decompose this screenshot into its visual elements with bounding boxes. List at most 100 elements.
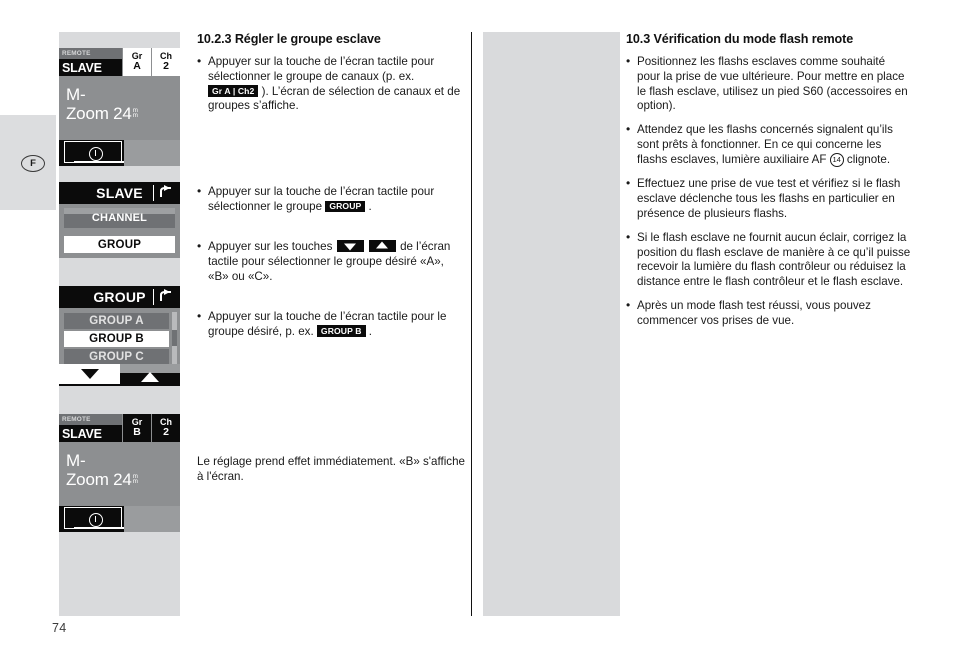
lcd-channel-menu-label: CHANNEL bbox=[91, 212, 148, 224]
lcd-bottom-right-block bbox=[124, 140, 180, 166]
triangle-down-icon bbox=[344, 243, 357, 251]
list-item-group-b[interactable]: GROUP B bbox=[64, 331, 169, 347]
list-item-group-c[interactable]: GROUP C bbox=[64, 349, 169, 365]
lcd-zoom-line: Zoom 24 m m bbox=[66, 470, 138, 489]
triangle-up-icon bbox=[376, 241, 389, 249]
lcd-bottom-bar bbox=[59, 506, 180, 532]
bullet-confirm-group: Appuyer sur la touche de l’écran tactile… bbox=[197, 309, 465, 340]
lcd-status-screen-top: REMOTE SLAVE Gr A Ch 2 M- Zoom 24 m m bbox=[59, 48, 180, 166]
lcd-mode-block: REMOTE SLAVE bbox=[59, 48, 122, 76]
lcd-slave-label: SLAVE bbox=[59, 425, 122, 442]
badge-triangle-down-icon[interactable] bbox=[336, 240, 364, 253]
closing-paragraph: Le réglage prend effet immédiatement. «B… bbox=[197, 455, 465, 483]
bullet-wait-ready: Attendez que les flashs concernés signal… bbox=[626, 122, 911, 168]
list-item-label: GROUP B bbox=[89, 333, 144, 345]
info-icon bbox=[89, 147, 103, 161]
lcd-slave-menu-header: SLAVE bbox=[59, 182, 180, 204]
section-heading-1023: 10.2.3 Régler le groupe esclave bbox=[197, 32, 381, 46]
bullet-select-group: Appuyer sur la touche de l’écran tactile… bbox=[197, 184, 465, 215]
info-icon bbox=[89, 513, 103, 527]
triangle-up-icon bbox=[141, 371, 159, 382]
bullet-text-part2: . bbox=[365, 200, 372, 214]
scroll-up-button[interactable] bbox=[120, 364, 180, 386]
lcd-zoom-text: Zoom 24 bbox=[66, 470, 132, 489]
lcd-slave-label: SLAVE bbox=[59, 59, 122, 76]
lcd-bottom-bar bbox=[59, 140, 180, 166]
lcd-zoom-unit: mm bbox=[132, 107, 138, 120]
lcd-remote-label: REMOTE bbox=[59, 48, 122, 59]
lcd-mode-line: M- bbox=[66, 451, 86, 470]
badge-triangle-up-icon[interactable] bbox=[368, 240, 396, 253]
language-marker-f: F bbox=[21, 155, 45, 172]
lcd-mode-block: REMOTE SLAVE bbox=[59, 414, 122, 442]
back-arrow-icon[interactable] bbox=[157, 184, 176, 202]
lcd-underline-bar bbox=[74, 161, 124, 164]
lcd-bottom-right-block bbox=[124, 506, 180, 532]
reference-number-badge: 14 bbox=[829, 153, 844, 168]
lcd-group-menu-title: GROUP bbox=[93, 289, 146, 305]
list-item-label: GROUP A bbox=[89, 315, 144, 327]
lcd-status-screen-bottom: REMOTE SLAVE Gr B Ch 2 M- Zoom 24 m m bbox=[59, 414, 180, 532]
lcd-zoom-line: Zoom 24 m m bbox=[66, 104, 138, 123]
lcd-zoom-unit: mm bbox=[132, 473, 138, 486]
lcd-channel-cell[interactable]: Ch 2 bbox=[151, 414, 180, 442]
lcd-group-cell[interactable]: Gr A bbox=[122, 48, 151, 76]
lcd-softkey-frame[interactable] bbox=[64, 507, 124, 530]
bullet-text-part2: clignote. bbox=[843, 153, 891, 167]
scrollbar-thumb[interactable] bbox=[172, 330, 177, 346]
header-separator bbox=[152, 185, 154, 201]
lcd-slave-menu-screen: SLAVE CHANNEL GROUP bbox=[59, 182, 180, 258]
lcd-channel-value: 2 bbox=[163, 60, 169, 73]
triangle-down-icon bbox=[80, 369, 99, 379]
lcd-zoom-text: Zoom 24 bbox=[66, 104, 132, 123]
list-item-group-a[interactable]: GROUP A bbox=[64, 313, 169, 329]
middle-bullet-list-2: Appuyer sur la touche de l’écran tactile… bbox=[197, 184, 465, 215]
lcd-body: M- Zoom 24 m m bbox=[59, 442, 180, 532]
lcd-top-bar: REMOTE SLAVE Gr B Ch 2 bbox=[59, 414, 180, 442]
middle-column-closing: Le réglage prend effet immédiatement. «B… bbox=[197, 455, 465, 485]
lcd-body: M- Zoom 24 m m bbox=[59, 76, 180, 166]
bullet-position-slaves: Positionnez les flashs esclaves comme so… bbox=[626, 54, 911, 115]
scroll-down-button[interactable] bbox=[59, 364, 120, 386]
badge-group[interactable]: GROUP bbox=[325, 200, 366, 213]
badge-gr-a-ch2[interactable]: Gr A | Ch2 bbox=[208, 85, 259, 97]
lcd-top-bar: REMOTE SLAVE Gr A Ch 2 bbox=[59, 48, 180, 76]
bullet-after-test: Après un mode flash test réussi, vous po… bbox=[626, 298, 911, 329]
lcd-group-value: A bbox=[133, 60, 141, 73]
bullet-text-part1: Appuyer sur la touche de l’écran tactile… bbox=[208, 54, 435, 83]
middle-bullet-list: Appuyer sur la touche de l’écran tactile… bbox=[197, 54, 465, 115]
lcd-channel-menu-item[interactable]: CHANNEL bbox=[64, 208, 175, 228]
lcd-group-cell[interactable]: Gr B bbox=[122, 414, 151, 442]
lcd-group-menu-screen: GROUP GROUP A GROUP B GROUP C bbox=[59, 286, 180, 386]
lcd-channel-value: 2 bbox=[163, 426, 169, 439]
bullet-text-part1: Appuyer sur les touches bbox=[208, 240, 336, 254]
bullet-no-flash-fix: Si le flash esclave ne fournit aucun écl… bbox=[626, 230, 911, 291]
bullet-select-channel-group: Appuyer sur la touche de l’écran tactile… bbox=[197, 54, 465, 115]
right-bullet-list: Positionnez les flashs esclaves comme so… bbox=[626, 54, 911, 329]
middle-column-spacer-2 bbox=[197, 224, 465, 240]
back-arrow-icon[interactable] bbox=[157, 288, 176, 306]
bullet-test-shot: Effectuez une prise de vue test et vérif… bbox=[626, 176, 911, 222]
section-heading-103: 10.3 Vérification du mode flash remote bbox=[626, 32, 854, 46]
lcd-channel-cell[interactable]: Ch 2 bbox=[151, 48, 180, 76]
middle-bullet-list-4: Appuyer sur la touche de l’écran tactile… bbox=[197, 309, 465, 340]
bullet-use-arrows: Appuyer sur les touches de l’écran tacti… bbox=[197, 239, 465, 285]
lcd-group-menu-label: GROUP bbox=[97, 238, 142, 251]
lcd-remote-label: REMOTE bbox=[59, 414, 122, 425]
lcd-mode-line: M- bbox=[66, 85, 86, 104]
lcd-softkey-frame[interactable] bbox=[64, 141, 124, 164]
lcd-group-list: GROUP A GROUP B GROUP C bbox=[59, 308, 180, 366]
lcd-group-menu-item[interactable]: GROUP bbox=[64, 236, 175, 253]
lcd-nav-bar bbox=[59, 364, 180, 386]
header-separator bbox=[152, 289, 154, 305]
right-column-background bbox=[483, 32, 620, 616]
page-number: 74 bbox=[52, 621, 67, 635]
lcd-group-menu-header: GROUP bbox=[59, 286, 180, 308]
lcd-underline-bar bbox=[74, 527, 124, 530]
bullet-text-part2: . bbox=[365, 324, 373, 338]
lcd-slave-menu-title: SLAVE bbox=[96, 185, 143, 201]
badge-group-b[interactable]: GROUP B bbox=[316, 325, 366, 337]
manual-page: F REMOTE SLAVE Gr A Ch 2 M- Zoom 24mm bbox=[0, 0, 954, 660]
middle-column-spacer-1 bbox=[197, 123, 465, 185]
bullet-text-part1: Appuyer sur la touche de l’écran tactile… bbox=[208, 185, 435, 214]
